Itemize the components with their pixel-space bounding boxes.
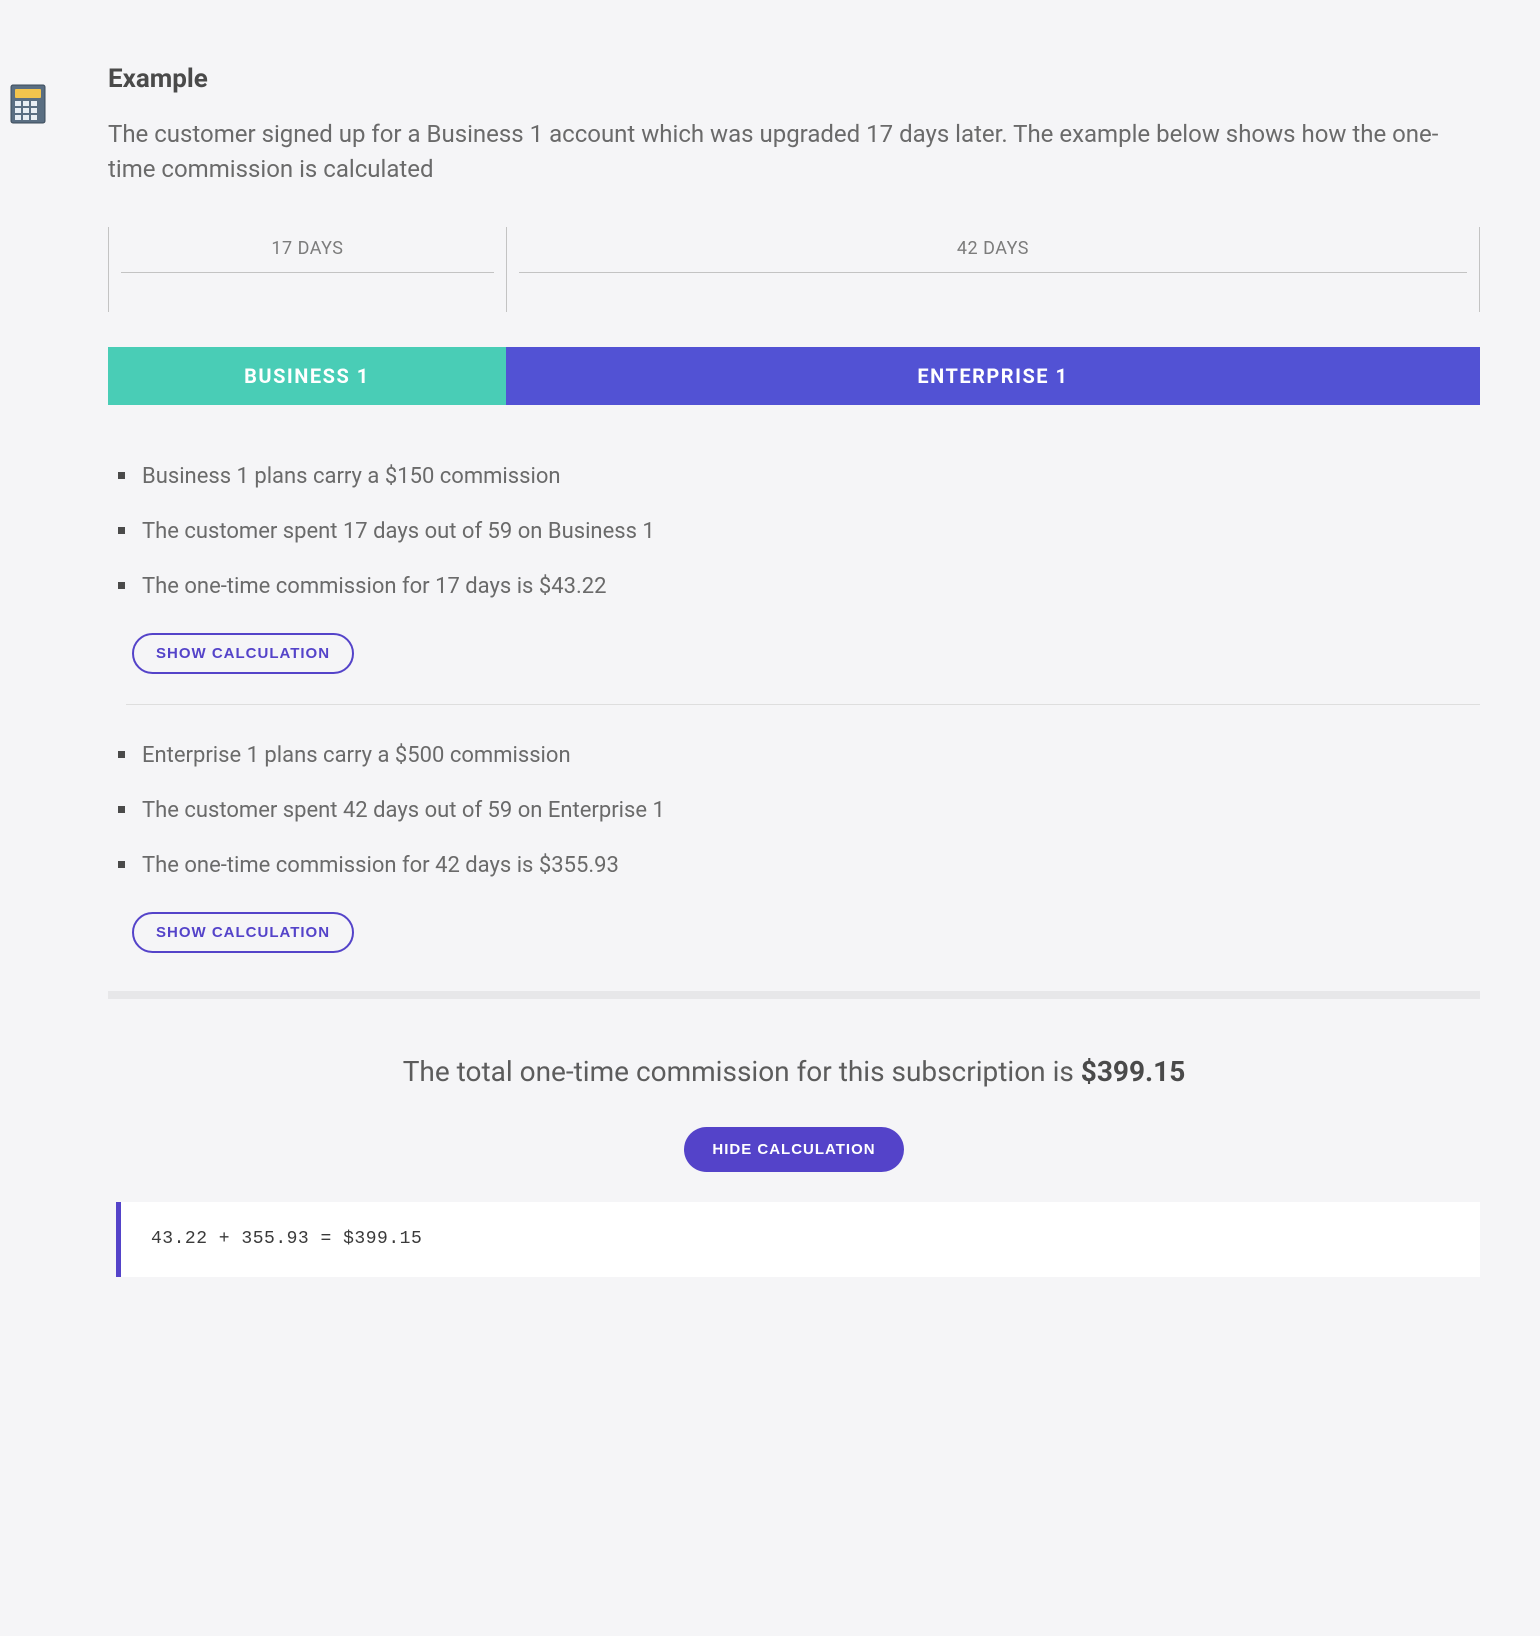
list-item: Business 1 plans carry a $150 commission [118,460,1480,493]
section-divider [108,991,1480,999]
show-calculation-button[interactable]: SHOW CALCULATION [132,912,354,953]
business-list: Business 1 plans carry a $150 commission… [108,460,1480,603]
calculator-icon [10,84,46,135]
total-amount: $399.15 [1081,1055,1186,1088]
timeline: 17 DAYS 42 DAYS [108,227,1480,312]
list-item: The customer spent 42 days out of 59 on … [118,794,1480,827]
timeline-segment-2: 42 DAYS [506,227,1480,312]
enterprise-list: Enterprise 1 plans carry a $500 commissi… [108,739,1480,882]
timeline-segment-1: 17 DAYS [108,227,506,312]
example-title: Example [108,60,1480,99]
hide-calculation-button[interactable]: HIDE CALCULATION [684,1127,903,1172]
list-item: The one-time commission for 42 days is $… [118,849,1480,882]
list-item: The customer spent 17 days out of 59 on … [118,515,1480,548]
timeline-label-1: 17 DAYS [109,227,506,272]
list-item: Enterprise 1 plans carry a $500 commissi… [118,739,1480,772]
timeline-label-2: 42 DAYS [507,227,1479,272]
total-commission-line: The total one-time commission for this s… [108,1051,1480,1093]
calculation-box: 43.22 + 355.93 = $399.15 [116,1202,1480,1277]
example-card: Example The customer signed up for a Bus… [0,0,1540,1357]
list-item: The one-time commission for 17 days is $… [118,570,1480,603]
plan-bar-enterprise: ENTERPRISE 1 [506,347,1480,405]
show-calculation-button[interactable]: SHOW CALCULATION [132,633,354,674]
example-intro: The customer signed up for a Business 1 … [108,117,1480,187]
plan-bars: BUSINESS 1 ENTERPRISE 1 [108,347,1480,405]
plan-bar-business: BUSINESS 1 [108,347,506,405]
total-prefix: The total one-time commission for this s… [403,1055,1081,1088]
divider [126,704,1480,705]
